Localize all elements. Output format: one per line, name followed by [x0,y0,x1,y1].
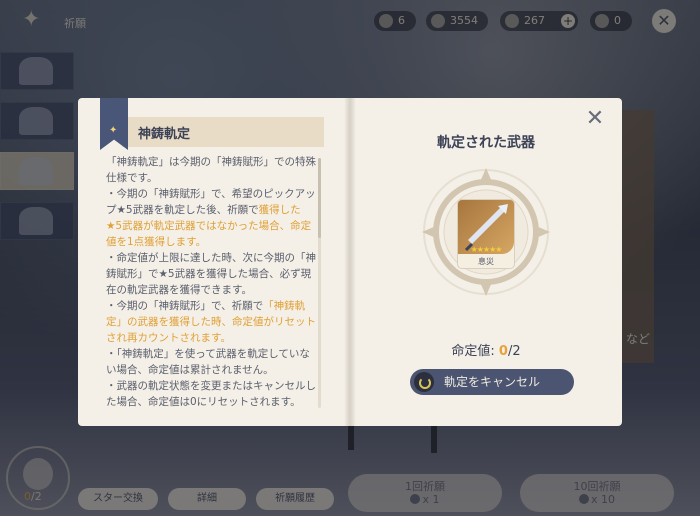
fate-points-display: 命定値: 0/2 [350,340,622,359]
fate-points-label: 命定値: [451,344,495,359]
paragraph-text: ・今期の「神鋳賦形」で、祈願で [106,300,264,312]
paragraph-text: ・武器の軌定状態を変更またはキャンセルした場合、命定値は0にリセットされます。 [106,380,316,408]
cancel-course-label: 軌定をキャンセル [443,375,540,389]
cancel-course-button[interactable]: 軌定をキャンセル [410,369,574,395]
description-paragraph: ・武器の軌定状態を変更またはキャンセルした場合、命定値は0にリセットされます。 [106,378,316,410]
right-page-title: 軌定された武器 [437,135,535,151]
close-modal-icon[interactable]: ✕ [584,108,606,130]
fate-points-current: 0 [498,344,508,359]
weapon-rarity-stars: ★★★★★ [470,245,503,254]
left-page-title: 神鋳軌定 [138,127,191,142]
description-paragraph: ・「神鋳軌定」を使って武器を軌定していない場合、命定値は累計されません。 [106,346,316,378]
cancel-icon [414,372,434,392]
fate-points-max: /2 [507,344,521,359]
paragraph-text: 「神鋳軌定」は今期の「神鋳賦形」での特殊仕様です。 [106,156,316,184]
paragraph-text: ・「神鋳軌定」を使って武器を軌定していない場合、命定値は累計されません。 [106,348,310,376]
description-paragraph: 「神鋳軌定」は今期の「神鋳賦形」での特殊仕様です。 [106,154,316,186]
description-text[interactable]: 「神鋳軌定」は今期の「神鋳賦形」での特殊仕様です。 ・今期の「神鋳賦形」で、希望の… [106,154,316,410]
paragraph-text: ・命定値が上限に達した時、次に今期の「神鋳賦形」で★5武器を獲得した場合、必ず現… [106,252,316,296]
epitomized-path-modal: ✦ 神鋳軌定 「神鋳軌定」は今期の「神鋳賦形」での特殊仕様です。 ・今期の「神鋳賦… [78,98,622,426]
weapon-card: ★★★★★ 息災 [458,200,514,268]
scrollbar-thumb[interactable] [318,158,321,238]
star-icon: ✦ [109,125,118,136]
description-paragraph: ・今期の「神鋳賦形」で、希望のピックアップ★5武器を軌定した後、祈願で獲得した★… [106,186,316,250]
weapon-name: 息災 [478,257,494,266]
description-paragraph: ・今期の「神鋳賦形」で、祈願で「神鋳軌定」の武器を獲得した時、命定値がリセットさ… [106,298,316,346]
description-paragraph: ・命定値が上限に達した時、次に今期の「神鋳賦形」で★5武器を獲得した場合、必ず現… [106,250,316,298]
